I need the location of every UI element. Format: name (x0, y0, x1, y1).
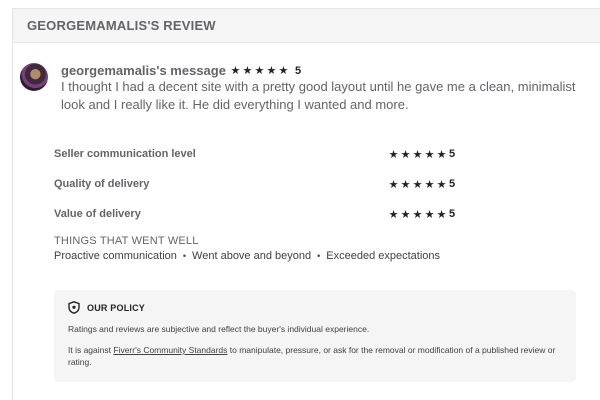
message-rating: 5 (294, 64, 302, 77)
star-icon: ★ (230, 65, 241, 77)
rating-stars: ★ ★ ★ ★ ★ (388, 208, 447, 221)
message-username[interactable]: georgemamalis's message (61, 63, 226, 78)
star-icon: ★ (388, 148, 399, 161)
policy-text-prefix: It is against (68, 345, 114, 355)
went-well-list: Proactive communication • Went above and… (54, 250, 440, 262)
went-well-item: Exceeded expectations (326, 250, 441, 262)
rating-stars: ★ ★ ★ ★ ★ (388, 148, 447, 161)
policy-text: Ratings and reviews are subjective and r… (68, 324, 370, 334)
star-icon: ★ (424, 208, 435, 221)
star-icon: ★ (436, 148, 447, 161)
bullet-separator: • (182, 251, 187, 261)
star-icon: ★ (412, 208, 423, 221)
star-icon: ★ (424, 178, 435, 191)
star-icon: ★ (436, 178, 447, 191)
community-standards-link[interactable]: Fiverr's Community Standards (113, 345, 227, 355)
star-icon: ★ (242, 65, 253, 77)
rating-label: Quality of delivery (54, 178, 150, 190)
rating-number: 5 (449, 208, 456, 220)
star-icon: ★ (412, 148, 423, 161)
star-icon: ★ (254, 65, 265, 77)
star-icon: ★ (400, 178, 411, 191)
rating-number: 5 (449, 148, 456, 160)
star-icon: ★ (424, 148, 435, 161)
avatar[interactable] (20, 63, 48, 91)
message-stars: ★ ★ ★ ★ ★ (230, 64, 289, 77)
review-title: GEORGEMAMALIS'S REVIEW (27, 18, 216, 33)
rating-value: ★ ★ ★ ★ ★ 5 (388, 178, 456, 191)
star-icon: ★ (266, 65, 277, 77)
message-text: I thought I had a decent site with a pre… (61, 79, 576, 112)
rating-number: 5 (449, 178, 456, 190)
rating-value: ★ ★ ★ ★ ★ 5 (388, 148, 456, 161)
rating-stars: ★ ★ ★ ★ ★ (388, 178, 447, 191)
star-icon: ★ (412, 178, 423, 191)
star-icon: ★ (400, 208, 411, 221)
policy-header: OUR POLICY (68, 301, 562, 314)
bullet-separator: • (317, 251, 321, 261)
star-icon: ★ (436, 208, 447, 221)
ratings-breakdown: Seller communication level ★ ★ ★ ★ ★ 5 Q… (54, 139, 484, 229)
policy-box: OUR POLICY Ratings and reviews are subje… (54, 290, 576, 382)
star-icon: ★ (278, 65, 289, 77)
rating-row-value: Value of delivery ★ ★ ★ ★ ★ 5 (54, 199, 484, 229)
went-well-item: Proactive communication (54, 250, 177, 262)
rating-row-communication: Seller communication level ★ ★ ★ ★ ★ 5 (54, 139, 484, 169)
policy-text-standards: It is against Fiverr's Community Standar… (68, 344, 558, 368)
shield-icon (68, 301, 80, 314)
review-header: GEORGEMAMALIS'S REVIEW (13, 9, 600, 43)
star-icon: ★ (400, 148, 411, 161)
message-header: georgemamalis's message ★ ★ ★ ★ ★ 5 (61, 63, 301, 78)
rating-row-quality: Quality of delivery ★ ★ ★ ★ ★ 5 (54, 169, 484, 199)
rating-label: Seller communication level (54, 148, 196, 160)
rating-label: Value of delivery (54, 208, 141, 220)
policy-title: OUR POLICY (87, 302, 146, 313)
went-well-item: Went above and beyond (192, 250, 312, 262)
rating-value: ★ ★ ★ ★ ★ 5 (388, 208, 456, 221)
star-icon: ★ (388, 178, 399, 191)
star-icon: ★ (388, 208, 399, 221)
went-well-title: THINGS THAT WENT WELL (54, 235, 199, 247)
